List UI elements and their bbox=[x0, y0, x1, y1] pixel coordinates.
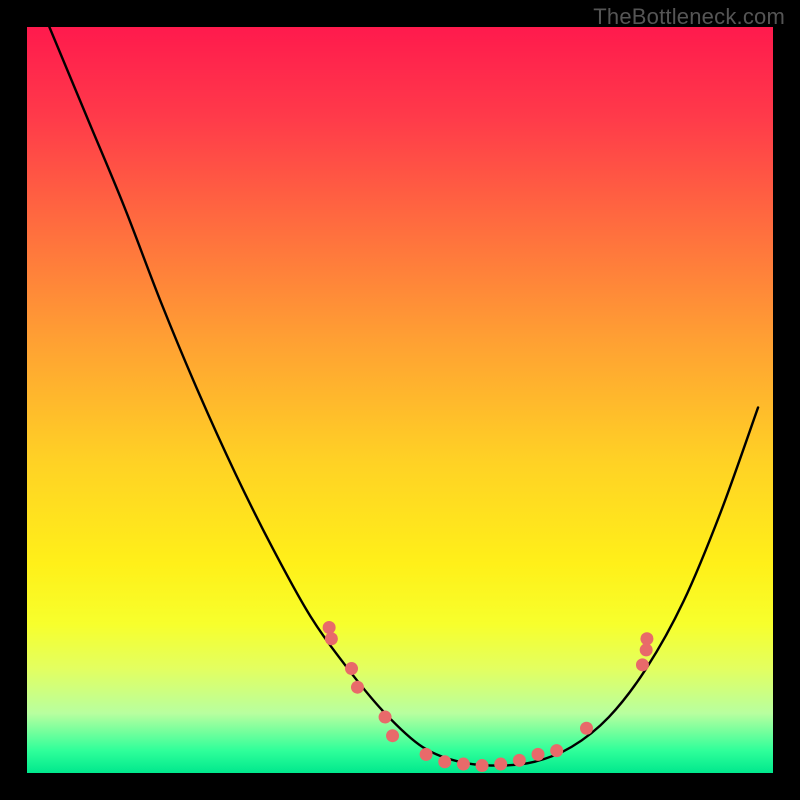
plot-area bbox=[27, 27, 773, 773]
scatter-point bbox=[379, 711, 392, 724]
scatter-point bbox=[513, 754, 526, 767]
scatter-point bbox=[438, 755, 451, 768]
scatter-point bbox=[476, 759, 489, 772]
scatter-point bbox=[580, 722, 593, 735]
scatter-point bbox=[532, 748, 545, 761]
scatter-point bbox=[325, 632, 338, 645]
scatter-point bbox=[345, 662, 358, 675]
scatter-point bbox=[420, 748, 433, 761]
scatter-point bbox=[386, 729, 399, 742]
scatter-point bbox=[323, 621, 336, 634]
chart-frame: TheBottleneck.com bbox=[0, 0, 800, 800]
scatter-point bbox=[640, 643, 653, 656]
scatter-point bbox=[636, 658, 649, 671]
scatter-point bbox=[351, 681, 364, 694]
chart-svg bbox=[27, 27, 773, 773]
scatter-point bbox=[457, 758, 470, 771]
scatter-point bbox=[640, 632, 653, 645]
scatter-points bbox=[323, 621, 654, 772]
watermark-text: TheBottleneck.com bbox=[593, 4, 785, 30]
scatter-point bbox=[550, 744, 563, 757]
scatter-point bbox=[494, 758, 507, 771]
bottleneck-curve bbox=[49, 27, 758, 766]
